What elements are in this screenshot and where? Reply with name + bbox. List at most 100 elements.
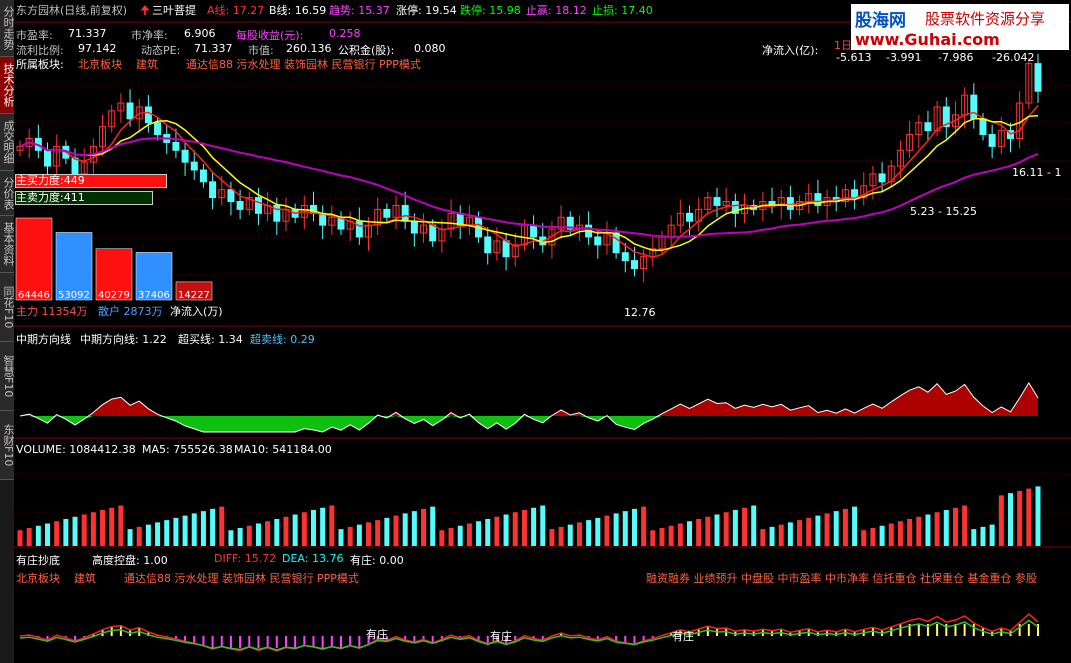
indicator1-oversold: 超卖线: 0.29 [250,333,315,346]
trend-value: 趋势: 15.37 [329,4,390,17]
volume-bar-68 [641,506,647,546]
reserve-value: 0.080 [414,42,446,55]
candle-body-6 [71,157,79,175]
volume-bar-64 [604,515,610,546]
netflow-value-3: -7.986 [938,51,974,64]
pe-value: 71.337 [68,27,107,40]
volume-bar-7 [81,514,87,546]
volume-bar-26 [255,523,261,546]
volume-bar-83 [778,524,784,546]
candle-body-99 [924,122,932,132]
volume-bar-17 [173,517,179,546]
direction-area-red [20,382,1038,432]
candle-body-91 [851,189,859,199]
side-tab-2[interactable]: 成交明细 [0,114,14,171]
site-url: www.Guhai.com [855,30,1000,49]
candle-body-15 [154,122,162,136]
volume-bar-76 [714,514,720,546]
sector-label: 所属板块: [16,58,64,71]
volume-bar-79 [742,507,748,546]
volume-bar-38 [366,522,372,546]
ma-purple-line [19,137,1039,239]
zhuang-marker-1: 有庄 [366,628,388,641]
volume-bar-45 [430,506,436,546]
volume-bar-93 [870,528,876,546]
volume-bar-44 [421,508,427,546]
volume-bar-50 [476,521,482,546]
stock-title: 东方园林(日线,前复权) [16,4,128,17]
candle-body-3 [44,149,52,167]
side-tab-4[interactable]: 基本资料 [0,216,14,273]
volume-bar-66 [622,511,628,546]
candle-body-56 [530,224,538,238]
chart-area[interactable]: 64446 53092 40279 37406 14227 东方园林(日线,前复权) 🠉… [14,0,1071,663]
candle-body-53 [502,240,510,258]
candle-body-106 [988,134,996,147]
candle-body-45 [429,224,437,242]
volume-bar-37 [356,524,362,546]
volume-bar-4 [54,521,60,546]
candle-body-76 [713,197,721,206]
volume-bar-24 [237,528,243,546]
volume-bar-102 [952,507,958,546]
volume-bar-111 [1035,486,1041,546]
volume-ma5: MA5: 755526.38 [142,443,233,456]
netflow-value-2: -3.991 [886,51,922,64]
volume-bar-105 [980,526,986,546]
volume-bar-5 [63,519,69,546]
side-tab-0[interactable]: 分时走势 [0,0,14,57]
limit-up-value: 涨停: 19.54 [396,4,457,17]
candle-body-65 [612,232,620,254]
strength-bar-label-0: 64446 [18,290,50,301]
indicator3-diff: DIFF: 15.72 [214,552,277,565]
volume-bar-42 [402,513,408,546]
volume-bar-11 [118,505,124,546]
up-arrow-icon: 🠉 [140,3,150,17]
volume-bar-106 [989,524,995,546]
side-tab-6[interactable]: 智慧F10 [0,342,14,411]
volume-bar-49 [466,523,472,546]
sell-strength-label: 主卖力度:411 [16,191,85,204]
volume-bar-74 [696,519,702,546]
side-tab-7[interactable]: 东财F10 [0,411,14,480]
volume-bar-67 [631,508,637,546]
strength-bar-label-1: 53092 [58,290,90,301]
volume-bar-9 [100,510,106,546]
volume-bar-57 [540,505,546,546]
volume-bar-82 [769,526,775,546]
volume-bar-73 [686,521,692,546]
volume-bar-31 [301,512,307,546]
indicator1-overbought: 超买线: 1.34 [178,333,243,346]
kline-chart[interactable]: 64446 53092 40279 37406 14227 [14,0,1071,663]
dpe-value: 71.337 [194,42,233,55]
float-value: 97.142 [78,42,117,55]
volume-bar-59 [558,526,564,546]
volume-bar-62 [586,520,592,546]
volume-bar-71 [668,525,674,546]
volume-bar-100 [934,512,940,546]
candle-body-51 [484,236,492,254]
volume-bar-60 [567,524,573,546]
candle-body-94 [878,173,886,183]
volume-bar-35 [338,529,344,546]
candle-body-21 [209,181,217,199]
side-tab-1[interactable]: 技术分析 [0,57,14,114]
volume-bar-46 [439,530,445,546]
alert-label: 三叶菩提 [152,4,196,17]
take-profit-value: 止赢: 18.12 [526,4,587,17]
volume-bar-15 [155,522,161,546]
retail-label: 散户 2873万 [98,305,163,318]
volume-bar-89 [833,511,839,546]
eps-label: 每股收益(元): [236,29,304,42]
volume-bar-55 [521,510,527,546]
high-price-label: 16.11 - 1 [1012,166,1062,179]
side-tab-3[interactable]: 分价表 [0,171,14,216]
sector-list: 北京板块 建筑 通达信88 污水处理 装饰园林 民营银行 PPP模式 [78,58,421,71]
volume-bar-1 [26,528,32,546]
sell-strength-bar: 主卖力度:411 [15,191,153,205]
strength-bar-label-2: 40279 [98,290,130,301]
volume-bar-80 [751,505,757,546]
indicator3-sectors-right: 融资融券 业绩预升 中盘股 中市盈率 中市净率 信托重仓 社保重仓 基金重仓 参… [646,572,1037,585]
candle-body-40 [383,208,391,218]
side-tab-5[interactable]: 同花F10 [0,273,14,342]
